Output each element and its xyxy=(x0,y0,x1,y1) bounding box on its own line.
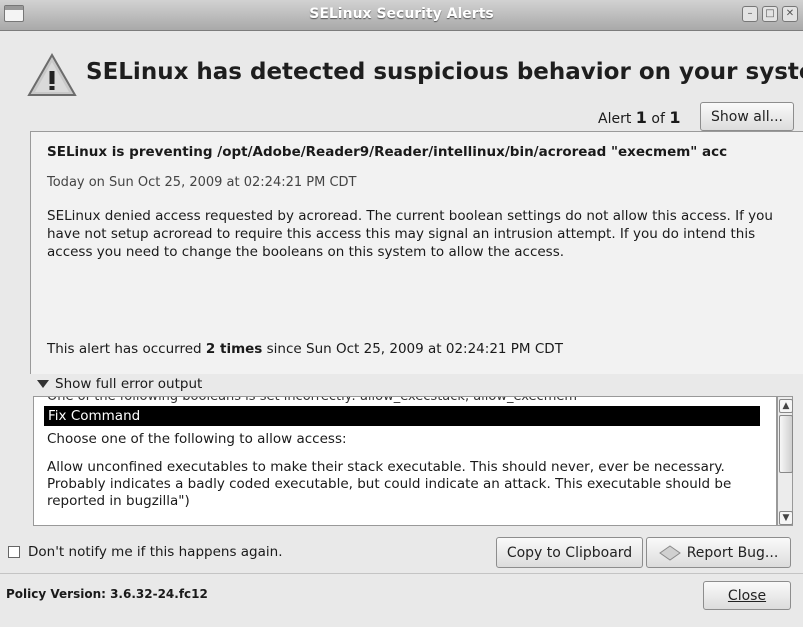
window-title: SELinux Security Alerts xyxy=(309,6,494,22)
alert-description: SELinux denied access requested by acror… xyxy=(47,208,773,260)
minimize-icon[interactable]: – xyxy=(742,6,758,22)
alert-counter: Alert 1 of 1 xyxy=(598,108,681,127)
scroll-down-icon[interactable]: ▼ xyxy=(779,511,793,525)
close-button[interactable]: Close xyxy=(703,581,791,610)
occurrence-text: This alert has occurred 2 times since Su… xyxy=(47,341,563,357)
footer-separator xyxy=(0,573,803,574)
show-full-error-toggle[interactable]: Show full error output xyxy=(37,376,202,392)
allow-text: Allow unconfined executables to make the… xyxy=(47,459,732,509)
error-output-box[interactable]: One of the following booleans is set inc… xyxy=(33,396,777,526)
dont-notify-option[interactable]: Don't notify me if this happens again. xyxy=(8,544,283,560)
page-title: SELinux has detected suspicious behavior… xyxy=(86,59,803,85)
fix-command-header: Fix Command xyxy=(44,406,760,426)
policy-version: Policy Version: 3.6.32-24.fc12 xyxy=(6,587,208,601)
report-bug-button[interactable]: Report Bug... xyxy=(646,537,791,568)
title-bar: SELinux Security Alerts – □ ✕ xyxy=(0,0,803,31)
copy-to-clipboard-button[interactable]: Copy to Clipboard xyxy=(496,537,643,568)
warning-triangle-icon xyxy=(27,53,77,96)
maximize-icon[interactable]: □ xyxy=(762,6,778,22)
report-bug-icon xyxy=(658,544,681,561)
error-cut-line: One of the following booleans is set inc… xyxy=(47,396,578,404)
scroll-up-icon[interactable]: ▲ xyxy=(779,399,793,413)
choose-text: Choose one of the following to allow acc… xyxy=(47,431,347,447)
close-window-icon[interactable]: ✕ xyxy=(782,6,798,22)
scroll-thumb[interactable] xyxy=(779,415,793,473)
show-all-button[interactable]: Show all... xyxy=(700,102,794,131)
alert-timestamp: Today on Sun Oct 25, 2009 at 02:24:21 PM… xyxy=(47,175,357,190)
expander-arrow-icon xyxy=(37,380,49,388)
dont-notify-checkbox[interactable] xyxy=(8,546,20,558)
alert-summary: SELinux is preventing /opt/Adobe/Reader9… xyxy=(47,144,728,160)
error-scrollbar[interactable]: ▲ ▼ xyxy=(777,396,793,526)
